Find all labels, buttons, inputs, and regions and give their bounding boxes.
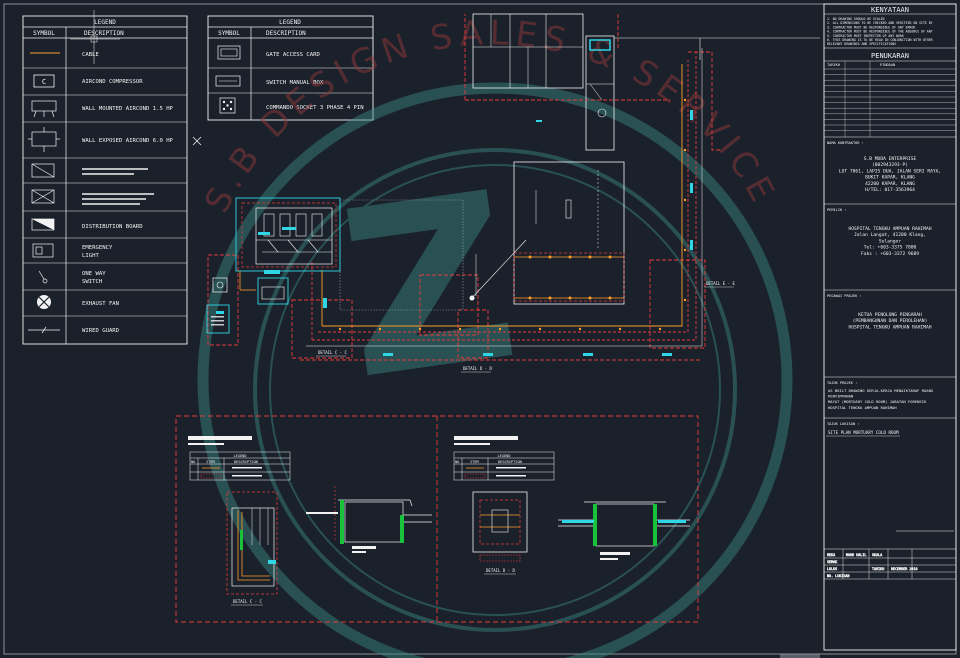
project-line-3: HOSPITAL TENGKU AMPUAN RAHIMAH (828, 405, 897, 410)
legend-desc-switch: SWITCH (82, 279, 102, 285)
legend-desc-wired-guard: WIRED GUARD (82, 328, 120, 334)
contractor-line-5: H/TEL: 017-3563964 (865, 187, 915, 193)
contractor-line-4: 42200 KAPAR, KLANG (865, 181, 915, 187)
meta-k-1: SEMAK (827, 560, 838, 564)
svg-text:C: C (42, 78, 46, 86)
legend-desc-wall-exposed: WALL EXPOSED AIRCOND 6.0 HP (82, 138, 174, 144)
project-title-label: TAJUK PROJEK : (827, 381, 857, 385)
legend-desc-exhaust-fan: EXHAUST FAN (82, 301, 119, 307)
legend-left-col-symbol: SYMBOL (33, 30, 55, 37)
client-line-3: Tel: +603-3375 7000 (864, 245, 917, 251)
legend-desc-distribution-board: DISTRIBUTION BOARD (82, 224, 143, 230)
panel-c-label: DETAIL C - C (233, 599, 262, 604)
scrollbar-stub (780, 654, 820, 658)
cad-drawing-canvas: LEGEND SYMBOL DESCRIPTION C CABLE AIRCON… (0, 0, 960, 658)
detail-d-label: DETAIL D - D (463, 366, 492, 371)
panel-d-label: DETAIL D - D (486, 568, 515, 573)
contractor-line-1: (002943293-P) (872, 162, 908, 168)
meta-v-0: MOHD HALIL (846, 553, 866, 557)
legend-desc-gate-access: GATE ACCESS CARD (266, 52, 321, 58)
client-line-0: HOSPITAL TENGKU AMPUAN RAHIMAH (849, 226, 932, 232)
kenyataan-title: KENYATAAN (871, 6, 909, 14)
panel-c-legend-title: LEGEND (234, 454, 247, 458)
panel-d-col-item: ITEM (470, 460, 479, 464)
legend-right-col-desc: DESCRIPTION (266, 30, 306, 37)
panel-c-col-item: ITEM (206, 460, 215, 464)
project-line-2: MAYAT (MORTUARY COLD ROOM) JABATAN FOREN… (828, 399, 927, 404)
legend-desc-one-way: ONE WAY (82, 271, 106, 277)
contractor-line-2: LOT 7061, LAPIS DUA, JALAN SERI RAYA, (839, 168, 941, 174)
panel-c-col-no: NO (191, 460, 195, 464)
legend-desc-emergency: EMERGENCY (82, 245, 113, 251)
panel-d-col-no: NO (455, 460, 459, 464)
pindaan-col-date: TARIKH (827, 63, 840, 67)
panel-d-col-desc: DESCRIPTION (498, 460, 522, 464)
owner-line-0: KETUA PENOLONG PENGARAH (858, 312, 922, 318)
legend-desc-compressor: AIRCOND COMPRESSOR (82, 79, 143, 85)
drawing-title: SITE PLAN MORTUARY COLD ROOM (828, 430, 899, 435)
client-line-4: Faks : +603-3372 9689 (861, 251, 919, 257)
project-line-1: PENYIMPANAN (828, 394, 854, 399)
meta-k2-0: SKALA (872, 553, 882, 557)
contractor-line-0: S.B MUDA ENTERPRISE (864, 156, 917, 162)
legend-desc-wall-mounted: WALL MOUNTED AIRCOND 1.5 HP (82, 106, 174, 112)
legend-desc-light: LIGHT (82, 253, 99, 259)
meta-k-3: NO. LUKISAN (827, 574, 849, 578)
detail-c-label: DETAIL C - C (318, 350, 347, 355)
panel-c-col-desc: DESCRIPTION (234, 460, 258, 464)
drawing-title-label: TAJUK LUKISAN : (827, 422, 859, 426)
project-line-0: AS BUILT DRAWING KERJA-KERJA MENAIKTARAF… (828, 388, 934, 393)
project-owner-label: PEGAWAI PROJEK : (827, 294, 862, 298)
meta-k2-2: TARIKH (872, 567, 884, 571)
owner-line-1: (PEMBANGUNAN DAN PEROLEHAN) (853, 318, 928, 324)
contractor-line-3: BUKIT KAPAR, KLANG (865, 175, 915, 181)
legend-right-col-symbol: SYMBOL (218, 30, 240, 37)
legend-desc-cable: CABLE (82, 52, 99, 58)
legend-left-title: LEGEND (94, 19, 116, 26)
owner-line-2: HOSPITAL TENGKU AMPUAN RAHIMAH (849, 324, 932, 330)
pindaan-title: PENUKARAN (871, 52, 909, 60)
meta-v2-2: DECEMBER 2018 (891, 567, 918, 571)
client-line-1: Jalan Langat, 41200 Klang, (854, 232, 926, 238)
contractor-label: NAMA KONTRAKTOR : (827, 141, 864, 145)
exhaust-fan-icon (37, 295, 51, 309)
client-label: PEMILIK : (827, 208, 846, 212)
detail-e-label: DETAIL E - E (706, 281, 735, 286)
legend-right-title: LEGEND (279, 19, 301, 26)
meta-k-2: LULUS (827, 567, 837, 571)
legend-left-col-desc: DESCRIPTION (84, 30, 124, 37)
meta-k-0: REKA (827, 553, 835, 557)
pindaan-col-amend: PINDAAN (880, 63, 895, 67)
client-line-2: Selangor (879, 238, 901, 244)
panel-d-legend-title: LEGEND (498, 454, 511, 458)
kenyataan-line-6: RELEVANT DRAWINGS AND SPECIFICATIONS (827, 42, 896, 46)
